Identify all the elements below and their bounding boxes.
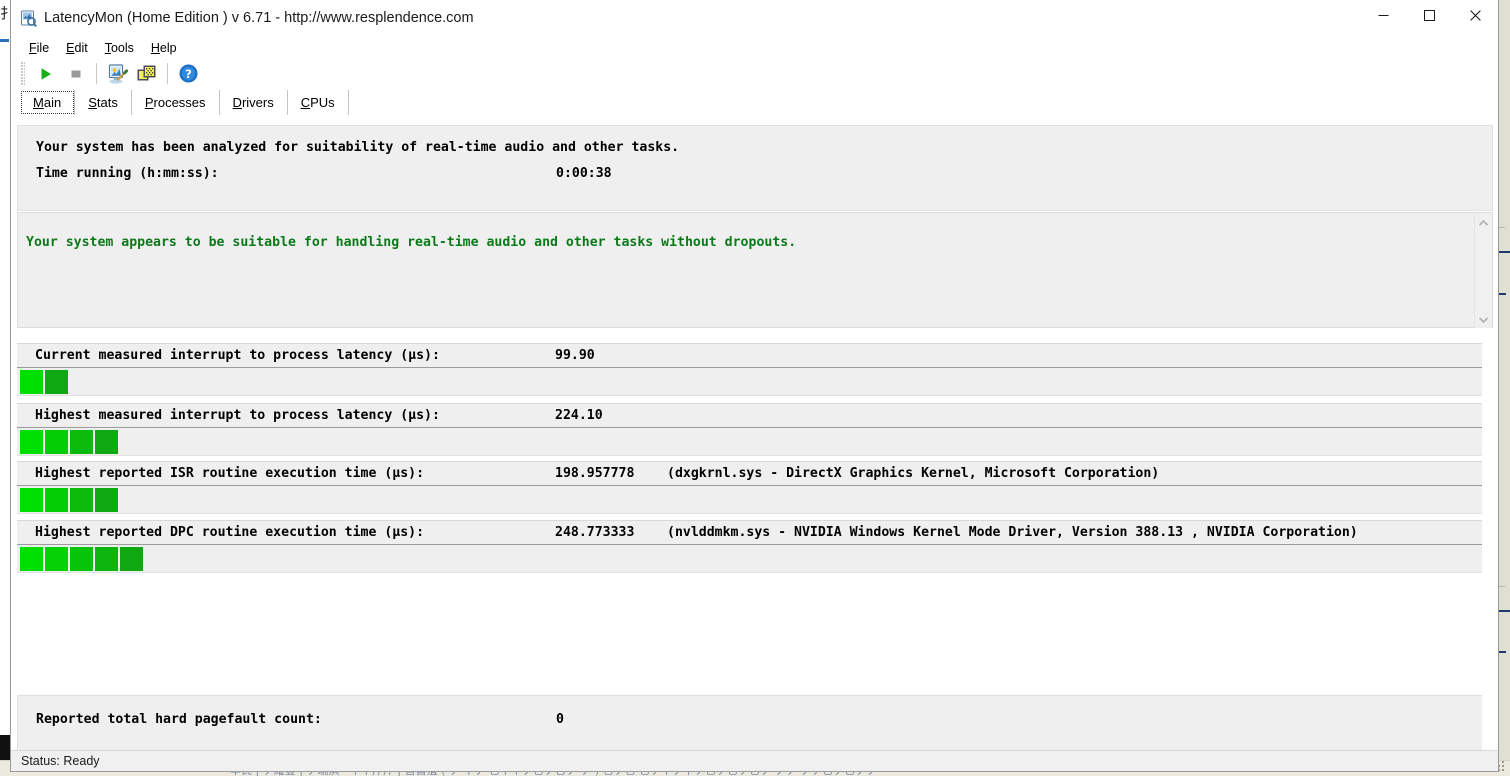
- metric-bar: [17, 486, 1493, 514]
- bar-segment: [95, 547, 118, 571]
- metric-value: 99.90: [555, 348, 595, 363]
- toolbar-grip[interactable]: [21, 61, 25, 86]
- latencymon-window: LatencyMon (Home Edition ) v 6.71 - http…: [10, 0, 1499, 772]
- question-circle-icon: ?: [178, 64, 198, 83]
- bar-segment: [120, 547, 143, 571]
- pagefault-value: 0: [556, 712, 564, 727]
- background-right-mark: [1499, 586, 1505, 587]
- metric-row: Highest reported ISR routine execution t…: [17, 461, 1493, 486]
- metric-label: Highest measured interrupt to process la…: [35, 408, 440, 423]
- tab-stats[interactable]: Stats: [75, 90, 132, 115]
- status-text: Status: Ready: [21, 754, 100, 768]
- minimize-icon: [1378, 14, 1388, 16]
- bar-segment: [20, 370, 43, 394]
- help-button[interactable]: ?: [173, 60, 203, 88]
- background-right-mark: [1498, 293, 1506, 295]
- metric-value: 198.957778: [555, 466, 635, 481]
- system-analysis-button[interactable]: [102, 60, 132, 88]
- copy-layers-icon: [137, 65, 156, 80]
- main-content: Your system has been analyzed for suitab…: [11, 115, 1498, 771]
- metric-bar-fill: [20, 430, 118, 454]
- svg-text:?: ?: [185, 67, 192, 81]
- metric-label: Current measured interrupt to process la…: [35, 348, 440, 363]
- summary-headline: Your system has been analyzed for suitab…: [36, 140, 680, 155]
- background-right-mark: [1498, 251, 1510, 253]
- bar-segment: [20, 488, 43, 512]
- bar-segment: [45, 370, 68, 394]
- metric-label: Highest reported DPC routine execution t…: [35, 525, 425, 540]
- verdict-panel: Your system appears to be suitable for h…: [17, 212, 1493, 328]
- time-running-label: Time running (h:mm:ss):: [36, 166, 219, 181]
- metric-extra: (dxgkrnl.sys - DirectX Graphics Kernel, …: [667, 466, 1160, 481]
- monitor-wand-icon: [108, 63, 128, 84]
- menu-item-file[interactable]: File: [28, 41, 50, 55]
- background-right-mark: [1499, 227, 1505, 228]
- metric-row: Current measured interrupt to process la…: [17, 343, 1493, 368]
- verdict-text: Your system appears to be suitable for h…: [26, 235, 797, 250]
- bar-segment: [70, 547, 93, 571]
- metric-extra: (nvlddmkm.sys - NVIDIA Windows Kernel Mo…: [667, 525, 1358, 540]
- background-left-block: [0, 735, 10, 761]
- bar-segment: [70, 488, 93, 512]
- start-monitoring-button[interactable]: [31, 60, 61, 88]
- metric-row: Highest measured interrupt to process la…: [17, 403, 1493, 428]
- bar-segment: [45, 488, 68, 512]
- metric-bar: [17, 368, 1493, 396]
- background-right-mark: [1498, 610, 1510, 612]
- toolbar-separator: [96, 63, 97, 84]
- tab-main[interactable]: Main: [20, 90, 76, 115]
- menu-item-edit[interactable]: Edit: [65, 41, 89, 55]
- scroll-down-icon[interactable]: [1475, 311, 1492, 328]
- pagefault-label: Reported total hard pagefault count:: [36, 712, 322, 727]
- copy-report-button[interactable]: [132, 60, 162, 88]
- background-left-strip: 扌: [0, 0, 12, 776]
- verdict-scrollbar[interactable]: [1474, 214, 1491, 328]
- metric-value: 224.10: [555, 408, 603, 423]
- close-icon: [1469, 9, 1481, 21]
- bar-segment: [70, 430, 93, 454]
- metric-bar-fill: [20, 547, 143, 571]
- summary-panel: Your system has been analyzed for suitab…: [17, 125, 1493, 211]
- tab-cpus[interactable]: CPUs: [288, 90, 349, 115]
- bar-segment: [20, 547, 43, 571]
- background-left-accent: [0, 39, 9, 42]
- tab-processes[interactable]: Processes: [132, 90, 220, 115]
- maximize-button[interactable]: [1406, 0, 1452, 30]
- background-right-mark: [1498, 651, 1506, 653]
- toolbar: ?: [11, 57, 1498, 90]
- metric-bar: [17, 428, 1493, 456]
- metric-row: Highest reported DPC routine execution t…: [17, 520, 1493, 545]
- metric-label: Highest reported ISR routine execution t…: [35, 466, 425, 481]
- menubar: File Edit Tools Help: [11, 38, 1498, 57]
- latencymon-app-icon: [20, 10, 37, 28]
- content-scroll-region[interactable]: [1482, 329, 1498, 771]
- titlebar: LatencyMon (Home Edition ) v 6.71 - http…: [11, 0, 1498, 38]
- scroll-up-icon[interactable]: [1475, 214, 1492, 231]
- menu-item-tools[interactable]: Tools: [104, 41, 135, 55]
- time-running-value: 0:00:38: [556, 166, 612, 181]
- metric-bar-fill: [20, 370, 68, 394]
- metric-value: 248.773333: [555, 525, 635, 540]
- minimize-button[interactable]: [1360, 0, 1406, 30]
- metric-bar-fill: [20, 488, 118, 512]
- metric-bar: [17, 545, 1493, 573]
- window-title: LatencyMon (Home Edition ) v 6.71 - http…: [44, 10, 474, 26]
- play-icon: [41, 67, 51, 80]
- bar-segment: [45, 547, 68, 571]
- bar-segment: [95, 488, 118, 512]
- stop-icon: [71, 70, 81, 77]
- toolbar-separator: [167, 63, 168, 84]
- stop-monitoring-button[interactable]: [61, 60, 91, 88]
- bar-segment: [20, 430, 43, 454]
- bar-segment: [95, 430, 118, 454]
- tab-drivers[interactable]: Drivers: [220, 90, 288, 115]
- maximize-icon: [1423, 9, 1435, 21]
- statusbar: Status: Ready: [11, 750, 1498, 771]
- close-button[interactable]: [1452, 0, 1498, 30]
- bar-segment: [45, 430, 68, 454]
- tabstrip: Main Stats Processes Drivers CPUs: [11, 90, 1498, 115]
- menu-item-help[interactable]: Help: [150, 41, 178, 55]
